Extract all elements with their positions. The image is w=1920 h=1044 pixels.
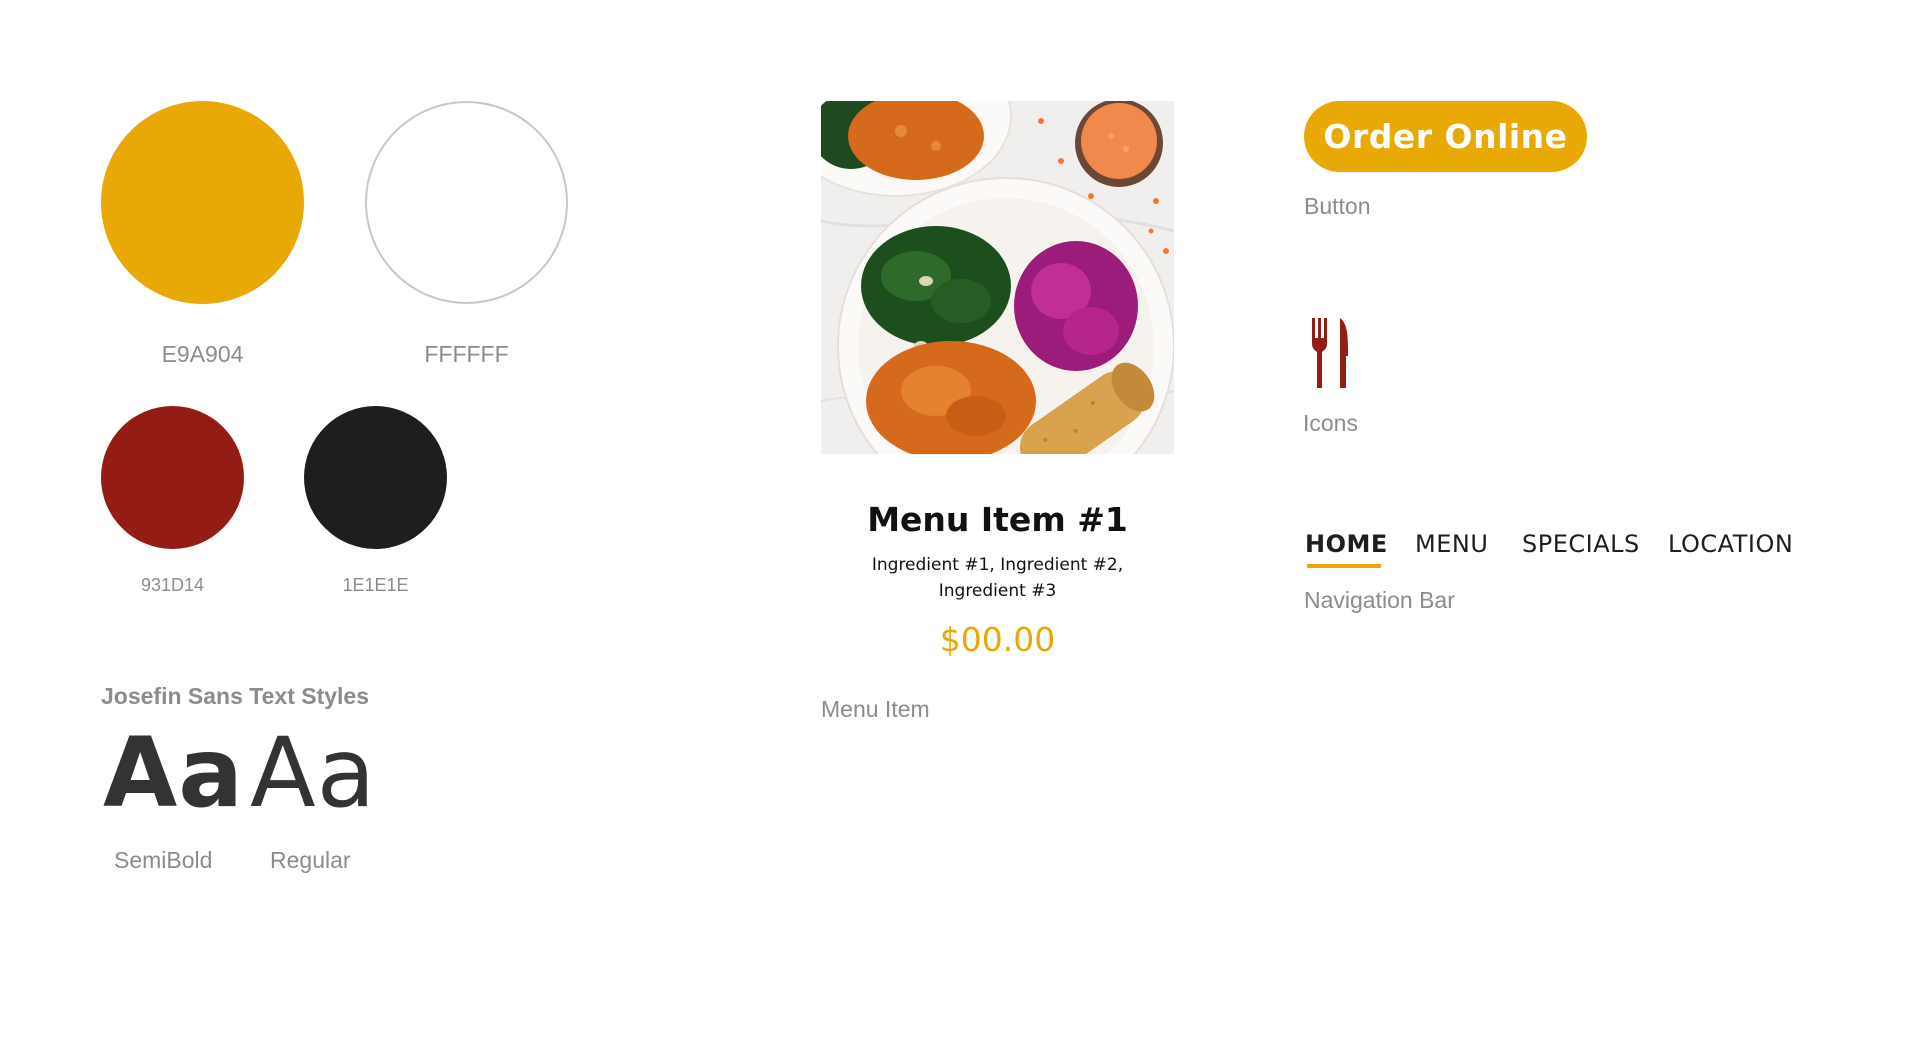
button-caption: Button <box>1304 193 1371 219</box>
nav-item-menu[interactable]: MENU <box>1415 530 1488 558</box>
order-online-button[interactable]: Order Online <box>1304 101 1587 172</box>
nav-item-specials[interactable]: SPECIALS <box>1522 530 1640 558</box>
swatch-black-code: 1E1E1E <box>342 575 409 595</box>
type-sample-regular: Aa <box>250 717 377 829</box>
label-semibold: SemiBold <box>114 847 213 873</box>
label-regular: Regular <box>270 847 351 873</box>
type-styles-heading: Josefin Sans Text Styles <box>101 683 370 709</box>
nav-item-location[interactable]: LOCATION <box>1668 530 1793 558</box>
swatch-red-code: 931D14 <box>140 575 205 595</box>
menu-item-title: Menu Item #1 <box>867 500 1128 539</box>
swatch-red <box>101 406 244 549</box>
menu-item-ingredients-line1: Ingredient #1, Ingredient #2, <box>871 555 1124 575</box>
swatch-white <box>365 101 568 304</box>
swatch-gold-code: E9A904 <box>161 341 244 367</box>
swatch-white-code: FFFFFF <box>424 341 509 367</box>
nav-active-underline <box>1307 564 1381 568</box>
type-sample-semibold: Aa <box>103 717 245 829</box>
nav-item-home[interactable]: HOME <box>1305 530 1388 558</box>
food-plate-image <box>821 101 1174 454</box>
swatch-black <box>304 406 447 549</box>
icons-caption: Icons <box>1303 410 1358 436</box>
swatch-gold <box>101 101 304 304</box>
nav-caption: Navigation Bar <box>1304 587 1455 613</box>
menu-item-ingredients-line2: Ingredient #3 <box>938 581 1057 601</box>
menu-item-caption: Menu Item <box>821 696 930 722</box>
menu-item-price: $00.00 <box>939 620 1056 659</box>
menu-item-ingredients: Ingredient #1, Ingredient #2, Ingredient… <box>851 552 1144 604</box>
fork-knife-icon <box>1310 318 1352 390</box>
